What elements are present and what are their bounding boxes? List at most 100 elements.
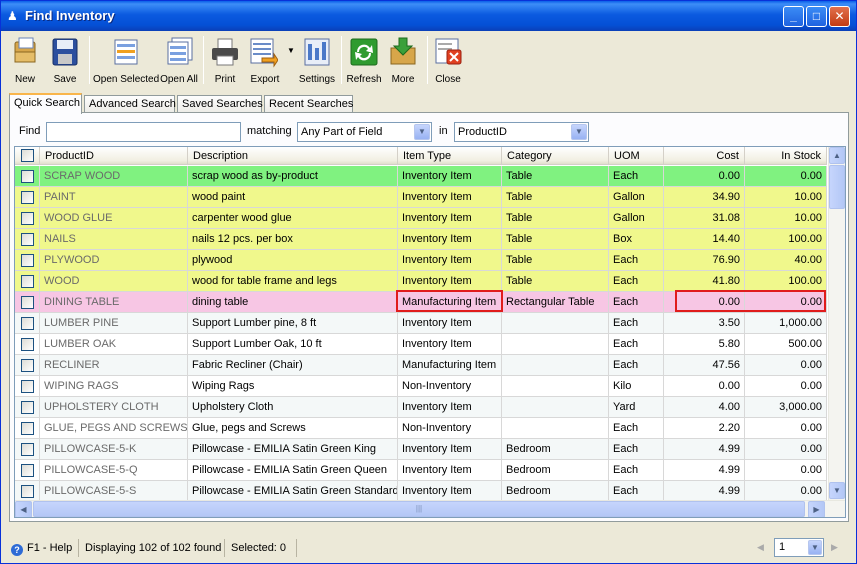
row-checkbox[interactable]: [21, 338, 34, 351]
row-select-cell[interactable]: [15, 292, 40, 312]
cell-category: [502, 355, 609, 375]
row-checkbox[interactable]: [21, 443, 34, 456]
vertical-scroll-thumb[interactable]: [829, 165, 845, 209]
table-row[interactable]: UPHOLSTERY CLOTH Upholstery Cloth Inventor…: [15, 397, 827, 418]
new-button[interactable]: New: [7, 34, 43, 88]
tab-saved-searches[interactable]: Saved Searches: [177, 95, 263, 113]
row-select-cell[interactable]: [15, 187, 40, 207]
scroll-down-icon[interactable]: ▼: [829, 482, 845, 499]
row-checkbox[interactable]: [21, 275, 34, 288]
scroll-left-icon[interactable]: ◀: [15, 501, 32, 517]
chevron-down-icon[interactable]: ▼: [808, 540, 822, 555]
row-checkbox[interactable]: [21, 485, 34, 498]
table-row[interactable]: WOOD GLUE carpenter wood glue Inventory It…: [15, 208, 827, 229]
row-select-cell[interactable]: [15, 208, 40, 228]
horizontal-scroll-thumb[interactable]: |||: [33, 501, 805, 517]
table-row[interactable]: LUMBER OAK Support Lumber Oak, 10 ft Inven…: [15, 334, 827, 355]
minimize-button[interactable]: _: [783, 6, 804, 27]
row-select-cell[interactable]: [15, 376, 40, 396]
row-checkbox[interactable]: [21, 401, 34, 414]
table-row[interactable]: LUMBER PINE Support Lumber pine, 8 ft Inve…: [15, 313, 827, 334]
row-select-cell[interactable]: [15, 439, 40, 459]
table-row[interactable]: RECLINER Fabric Recliner (Chair) Manufactu…: [15, 355, 827, 376]
page-next-icon[interactable]: ▶: [831, 542, 838, 553]
close-button[interactable]: Close: [431, 34, 465, 88]
export-button[interactable]: ▼ Export: [245, 34, 297, 88]
row-checkbox[interactable]: [21, 422, 34, 435]
cell-productid: WOOD GLUE: [40, 208, 188, 228]
cell-uom: Each: [609, 439, 664, 459]
print-button[interactable]: Print: [207, 34, 243, 88]
open-selected-button[interactable]: Open Selected: [93, 34, 159, 88]
save-button[interactable]: Save: [47, 34, 83, 88]
in-field-select[interactable]: ProductID ▼: [454, 122, 589, 142]
table-row[interactable]: DINING TABLE dining table Manufacturing It…: [15, 292, 827, 313]
row-checkbox[interactable]: [21, 254, 34, 267]
row-select-cell[interactable]: [15, 481, 40, 501]
row-select-cell[interactable]: [15, 460, 40, 480]
row-checkbox[interactable]: [21, 212, 34, 225]
chevron-down-icon[interactable]: ▼: [414, 124, 430, 140]
column-productid[interactable]: ProductID: [40, 147, 188, 165]
maximize-button[interactable]: □: [806, 6, 827, 27]
table-row[interactable]: GLUE, PEGS AND SCREWS Glue, pegs and Scre…: [15, 418, 827, 439]
table-row[interactable]: PILLOWCASE-5-Q Pillowcase - EMILIA Satin …: [15, 460, 827, 481]
row-checkbox[interactable]: [21, 359, 34, 372]
column-uom[interactable]: UOM: [609, 147, 664, 165]
open-all-button[interactable]: Open All: [159, 34, 199, 88]
vertical-scrollbar[interactable]: ▲ ▼: [828, 147, 845, 500]
chevron-down-icon[interactable]: ▼: [571, 124, 587, 140]
tab-quick-search[interactable]: Quick Search: [9, 93, 82, 114]
table-row[interactable]: PLYWOOD plywood Inventory Item Table Each 76.…: [15, 250, 827, 271]
scroll-up-icon[interactable]: ▲: [829, 147, 845, 164]
horizontal-scrollbar[interactable]: ◀ ||| ▶: [15, 500, 845, 517]
matching-select[interactable]: Any Part of Field ▼: [297, 122, 432, 142]
table-row[interactable]: SCRAP WOOD scrap wood as by-product Invent…: [15, 166, 827, 187]
select-all-checkbox[interactable]: [21, 149, 34, 162]
row-select-cell[interactable]: [15, 355, 40, 375]
row-checkbox[interactable]: [21, 191, 34, 204]
settings-button[interactable]: Settings: [297, 34, 337, 88]
close-window-button[interactable]: ✕: [829, 6, 850, 27]
refresh-button[interactable]: Refresh: [345, 34, 383, 88]
row-select-cell[interactable]: [15, 229, 40, 249]
page-value: 1: [779, 541, 786, 553]
row-select-cell[interactable]: [15, 166, 40, 186]
cell-uom: Each: [609, 292, 664, 312]
row-checkbox[interactable]: [21, 296, 34, 309]
export-dropdown-icon[interactable]: ▼: [287, 46, 295, 55]
table-row[interactable]: NAILS nails 12 pcs. per box Inventory Item…: [15, 229, 827, 250]
table-row[interactable]: PILLOWCASE-5-S Pillowcase - EMILIA Satin …: [15, 481, 827, 502]
page-select[interactable]: 1 ▼: [774, 538, 824, 557]
table-row[interactable]: PAINT wood paint Inventory Item Table Gallon…: [15, 187, 827, 208]
page-prev-icon[interactable]: ◀: [757, 542, 764, 553]
table-row[interactable]: WOOD wood for table frame and legs Invento…: [15, 271, 827, 292]
table-row[interactable]: WIPING RAGS Wiping Rags Non-Inventory Kilo 0…: [15, 376, 827, 397]
tab-advanced-search[interactable]: Advanced Search: [84, 95, 176, 113]
column-item-type[interactable]: Item Type: [398, 147, 502, 165]
select-all-column[interactable]: [15, 147, 40, 165]
row-checkbox[interactable]: [21, 170, 34, 183]
row-select-cell[interactable]: [15, 334, 40, 354]
help-link[interactable]: ? F1 - Help: [7, 539, 79, 557]
row-select-cell[interactable]: [15, 397, 40, 417]
row-select-cell[interactable]: [15, 271, 40, 291]
more-button[interactable]: More: [385, 34, 421, 88]
row-select-cell[interactable]: [15, 418, 40, 438]
find-input[interactable]: [46, 122, 241, 142]
table-row[interactable]: PILLOWCASE-5-K Pillowcase - EMILIA Satin …: [15, 439, 827, 460]
row-select-cell[interactable]: [15, 313, 40, 333]
column-category[interactable]: Category: [502, 147, 609, 165]
title-bar[interactable]: ♟ Find Inventory _ □ ✕: [1, 1, 856, 31]
row-checkbox[interactable]: [21, 380, 34, 393]
row-select-cell[interactable]: [15, 250, 40, 270]
row-checkbox[interactable]: [21, 233, 34, 246]
scroll-right-icon[interactable]: ▶: [808, 501, 825, 517]
row-checkbox[interactable]: [21, 317, 34, 330]
cell-productid: SCRAP WOOD: [40, 166, 188, 186]
column-description[interactable]: Description: [188, 147, 398, 165]
column-in-stock[interactable]: In Stock: [745, 147, 827, 165]
row-checkbox[interactable]: [21, 464, 34, 477]
column-cost[interactable]: Cost: [664, 147, 745, 165]
tab-recent-searches[interactable]: Recent Searches: [264, 95, 353, 113]
